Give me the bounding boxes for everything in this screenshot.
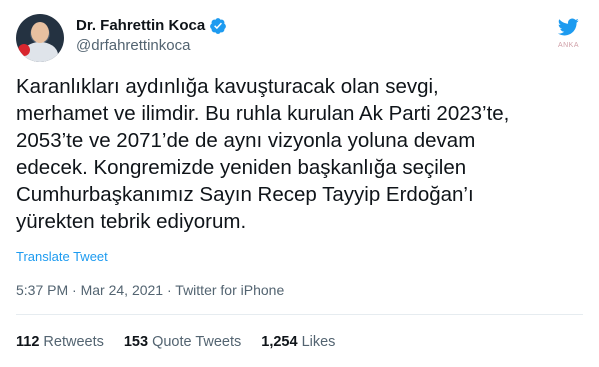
retweets-label: Retweets: [43, 334, 104, 350]
author-handle[interactable]: @drfahrettinkoca: [76, 36, 227, 56]
likes-label: Likes: [301, 334, 336, 350]
avatar-badge: [18, 44, 30, 56]
tweet-source[interactable]: Twitter for iPhone: [175, 282, 284, 298]
tweet-date[interactable]: Mar 24, 2021: [81, 282, 164, 298]
tweet-card: Dr. Fahrettin Koca @drfahrettinkoca ANKA…: [0, 0, 599, 367]
tweet-header: Dr. Fahrettin Koca @drfahrettinkoca ANKA: [16, 10, 583, 62]
translate-tweet-link[interactable]: Translate Tweet: [16, 249, 108, 264]
meta-separator: ·: [72, 282, 81, 298]
divider: [16, 314, 583, 315]
tweet-stats: 112 Retweets 153 Quote Tweets 1,254 Likes: [16, 334, 335, 350]
tweet-time[interactable]: 5:37 PM: [16, 282, 68, 298]
tweet-text: Karanlıkları aydınlığa kavuşturacak olan…: [16, 75, 510, 233]
avatar[interactable]: [16, 14, 64, 62]
author-names: Dr. Fahrettin Koca @drfahrettinkoca: [76, 16, 227, 56]
tweet-meta: 5:37 PM · Mar 24, 2021 · Twitter for iPh…: [16, 282, 284, 298]
verified-badge-icon: [210, 18, 227, 34]
retweets-count: 112: [16, 334, 40, 350]
quote-tweets-stat[interactable]: 153 Quote Tweets: [124, 334, 241, 350]
likes-count: 1,254: [261, 334, 298, 350]
twitter-bird-icon[interactable]: [557, 16, 579, 38]
author-display-name[interactable]: Dr. Fahrettin Koca: [76, 16, 205, 36]
quote-tweets-count: 153: [123, 334, 149, 350]
quote-tweets-label: Quote Tweets: [152, 334, 242, 350]
avatar-face: [31, 22, 49, 43]
author-display-name-row[interactable]: Dr. Fahrettin Koca: [76, 16, 227, 36]
watermark: ANKA: [557, 42, 579, 49]
likes-stat[interactable]: 1,254 Likes: [261, 334, 335, 350]
retweets-stat[interactable]: 112 Retweets: [16, 334, 104, 350]
